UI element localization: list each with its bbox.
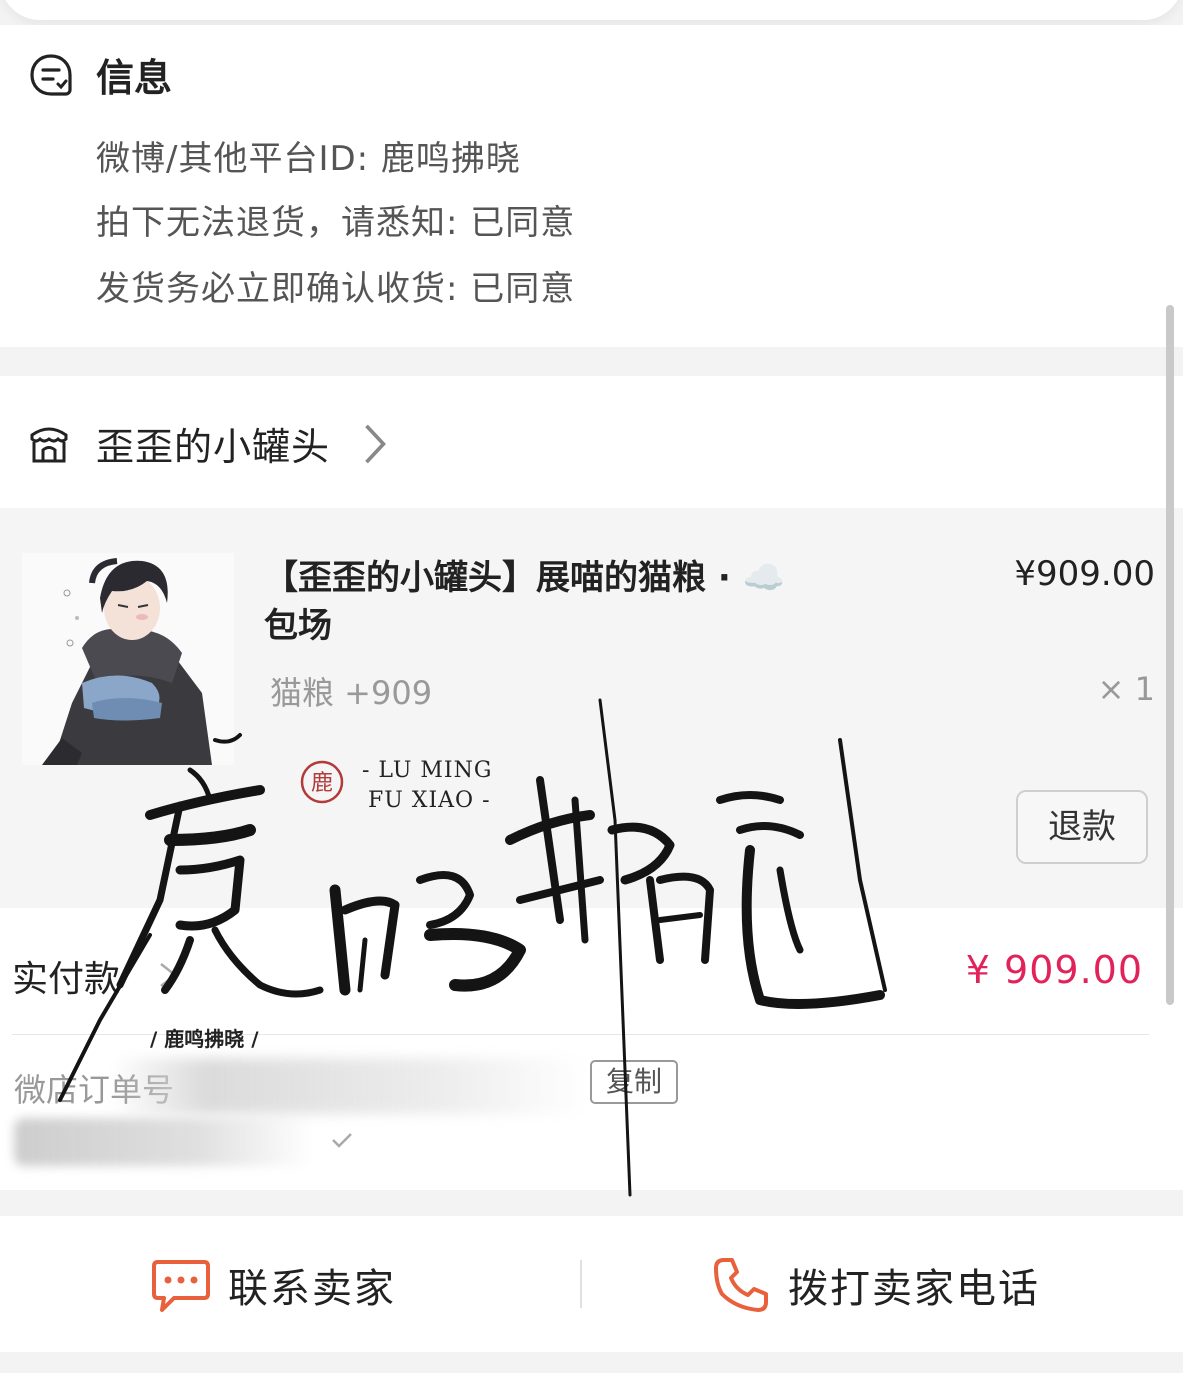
- shop-name: 歪歪的小罐头: [96, 425, 331, 469]
- info-line-no-return: 拍下无法退货，请悉知: 已同意: [96, 203, 576, 243]
- call-seller-button[interactable]: 拨打卖家电话: [710, 1254, 1040, 1316]
- product-title-line1: 【歪歪的小罐头】展喵的猫粮 · ☁️: [264, 558, 785, 598]
- refund-button[interactable]: 退款: [1016, 790, 1148, 864]
- product-item[interactable]: 【歪歪的小罐头】展喵的猫粮 · ☁️ 包场 ¥909.00 猫粮 +909 × …: [0, 508, 1183, 908]
- top-card-edge: [0, 0, 1183, 20]
- check-icon: [332, 1133, 352, 1148]
- contact-seller-label: 联系卖家: [228, 1266, 396, 1312]
- bottom-action-bar: 联系卖家 拨打卖家电话: [0, 1216, 1183, 1352]
- copy-button[interactable]: 复制: [590, 1060, 678, 1104]
- info-line-platform-id: 微博/其他平台ID: 鹿鸣拂晓: [96, 139, 521, 179]
- chevron-right-icon: [365, 424, 386, 463]
- product-spec: 猫粮 +909: [270, 674, 433, 712]
- paid-amount-value: ¥ 909.00: [965, 948, 1143, 992]
- chevron-down-icon[interactable]: [158, 958, 178, 992]
- info-title: 信息: [96, 56, 173, 100]
- product-title[interactable]: 【歪歪的小罐头】展喵的猫粮 · ☁️ 包场: [264, 554, 844, 650]
- shop-section[interactable]: 歪歪的小罐头: [0, 376, 1183, 508]
- product-price: ¥909.00: [1014, 554, 1155, 594]
- scrollbar[interactable]: [1166, 305, 1174, 1005]
- product-quantity: × 1: [1097, 670, 1155, 708]
- message-note-icon: [30, 53, 72, 96]
- store-icon: [30, 427, 68, 462]
- contact-seller-button[interactable]: 联系卖家: [150, 1254, 396, 1316]
- redacted-order-time: [14, 1118, 314, 1166]
- divider: [580, 1260, 582, 1308]
- info-section: 信息 微博/其他平台ID: 鹿鸣拂晓 拍下无法退货，请悉知: 已同意 发货务必立…: [0, 25, 1183, 347]
- info-line-confirm-receipt: 发货务必立即确认收货: 已同意: [96, 269, 576, 309]
- redacted-order-number: [110, 1058, 590, 1114]
- divider: [12, 1034, 1149, 1035]
- call-seller-label: 拨打卖家电话: [788, 1266, 1040, 1312]
- product-illustration: [22, 553, 234, 765]
- product-title-line2: 包场: [264, 606, 332, 646]
- paid-amount-label[interactable]: 实付款: [12, 950, 120, 1002]
- product-thumbnail[interactable]: [22, 553, 234, 765]
- chat-bubble-icon: [152, 1260, 210, 1312]
- info-header: 信息: [28, 47, 172, 102]
- payment-section: 实付款 ¥ 909.00 微店订单号 复制: [0, 908, 1183, 1190]
- phone-icon: [714, 1258, 768, 1312]
- shop-link[interactable]: 歪歪的小罐头: [26, 416, 398, 471]
